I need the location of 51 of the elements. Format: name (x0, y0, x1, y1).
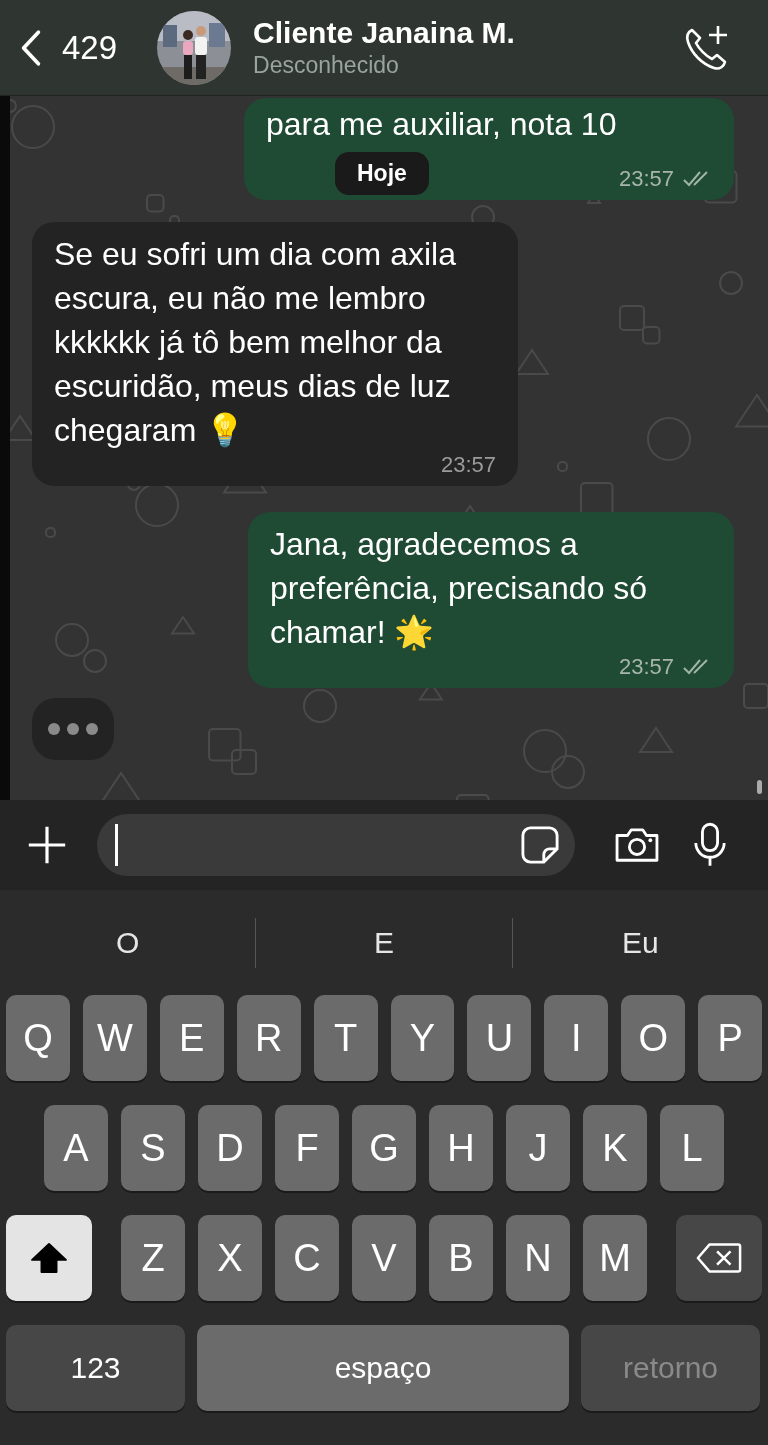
microphone-icon[interactable] (693, 821, 727, 869)
scroll-indicator (757, 780, 762, 794)
keyboard-key[interactable]: M (583, 1215, 647, 1301)
sticker-icon[interactable] (521, 826, 559, 864)
word-suggestion[interactable]: E (256, 925, 512, 960)
camera-icon[interactable] (613, 826, 661, 864)
word-suggestion[interactable]: Eu (512, 925, 768, 960)
keyboard-key[interactable]: O (621, 995, 686, 1081)
keyboard-key[interactable]: R (236, 995, 301, 1081)
backspace-icon (696, 1242, 742, 1274)
message-time: 23:57 (440, 451, 496, 479)
word-suggestion[interactable]: O (0, 925, 256, 960)
keyboard-key[interactable]: A (44, 1105, 108, 1191)
keyboard-key[interactable]: N (506, 1215, 570, 1301)
keyboard-key[interactable]: J (506, 1105, 570, 1191)
date-label: Hoje (335, 152, 429, 195)
keyboard-key[interactable]: S (121, 1105, 185, 1191)
keyboard-key[interactable]: F (275, 1105, 339, 1191)
keyboard-key[interactable]: Z (121, 1215, 185, 1301)
keyboard-key[interactable]: U (467, 995, 532, 1081)
keyboard-key[interactable]: P (698, 995, 763, 1081)
keyboard-key[interactable]: B (429, 1215, 493, 1301)
keyboard-key[interactable]: Q (6, 995, 70, 1081)
keyboard-key[interactable]: C (275, 1215, 339, 1301)
plus-icon[interactable] (27, 825, 67, 865)
keyboard-key[interactable]: K (583, 1105, 647, 1191)
backspace-key[interactable] (676, 1215, 762, 1301)
keyboard-key[interactable]: X (198, 1215, 262, 1301)
message-text: para me auxiliar, nota 10 (266, 105, 618, 144)
shift-icon (30, 1242, 68, 1274)
message-time: 23:57 (618, 653, 674, 681)
keyboard-key[interactable]: T (313, 995, 378, 1081)
message-text: Jana, agradecemos a preferência, precisando só chamar! 🌟 (270, 525, 649, 653)
keyboard-key[interactable]: G (352, 1105, 416, 1191)
unread-count[interactable]: 429 (62, 28, 118, 67)
keyboard-key[interactable]: I (544, 995, 609, 1081)
message-time: 23:57 (618, 165, 674, 193)
keyboard-key[interactable]: D (198, 1105, 262, 1191)
numbers-key[interactable]: 123 (6, 1325, 185, 1411)
keyboard-key[interactable]: H (429, 1105, 493, 1191)
keyboard-key[interactable]: V (352, 1215, 416, 1301)
keyboard-key[interactable]: L (660, 1105, 724, 1191)
back-icon[interactable] (20, 28, 42, 67)
shift-key[interactable] (6, 1215, 92, 1301)
contact-status: Desconhecido (253, 52, 400, 79)
space-key[interactable]: espaço (197, 1325, 569, 1411)
keyboard-key[interactable]: E (159, 995, 224, 1081)
message-text: Se eu sofri um dia com axila escura, eu não me lembro kkkkkk já tô bem melhor da escuridão, meus dias de luz chegaram 💡 (54, 235, 457, 450)
keyboard-key[interactable]: W (82, 995, 147, 1081)
contact-name[interactable]: Cliente Janaina M. (253, 16, 682, 50)
keyboard-key[interactable]: Y (390, 995, 455, 1081)
